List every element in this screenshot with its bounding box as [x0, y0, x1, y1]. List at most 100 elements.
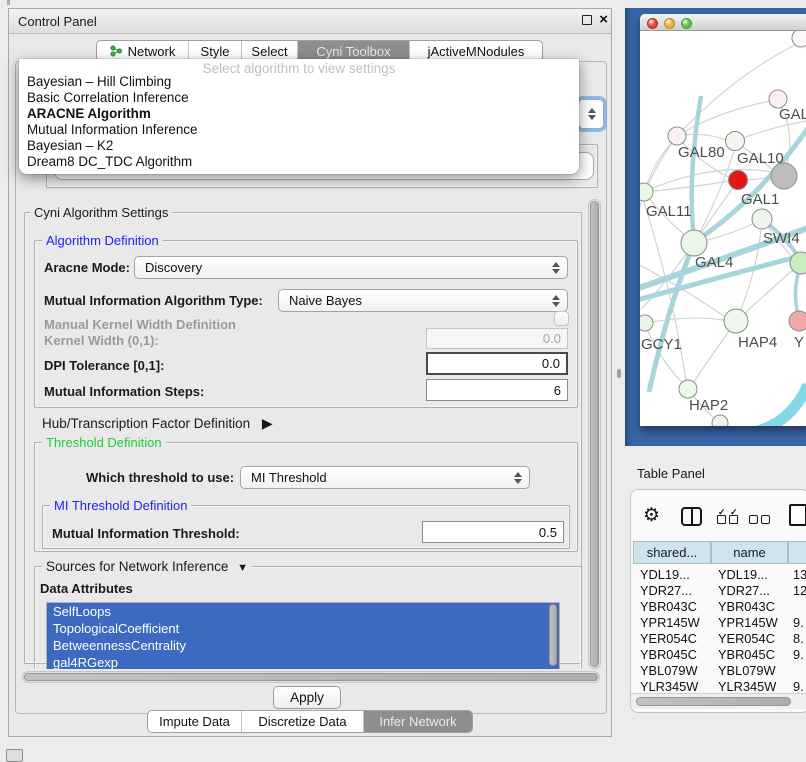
column-header[interactable]: A	[788, 541, 806, 564]
algorithm-option[interactable]: ARACNE Algorithm	[19, 106, 579, 122]
close-icon[interactable]: ×	[599, 11, 608, 28]
network-edge[interactable]	[750, 385, 806, 426]
apply-button[interactable]: Apply	[273, 686, 341, 709]
settings-gear-icon[interactable]: ⚙	[643, 504, 660, 527]
chevron-down-icon: ▼	[237, 562, 248, 574]
network-node[interactable]	[640, 315, 653, 331]
network-node[interactable]	[712, 415, 728, 426]
tab-label: Style	[201, 44, 230, 59]
network-node[interactable]	[724, 309, 748, 333]
algorithm-option[interactable]: Bayesian – Hill Climbing	[19, 74, 579, 90]
aracne-mode-select[interactable]: Discovery	[134, 256, 568, 279]
table-cell[interactable]: YER054C	[711, 631, 788, 647]
panel-splitter-handle[interactable]	[617, 369, 621, 378]
network-node[interactable]	[792, 31, 806, 47]
table-cell[interactable]: 8.	[788, 631, 806, 647]
algorithm-combo-fragment[interactable]	[578, 99, 604, 129]
table-cell[interactable]: YDL19...	[633, 567, 711, 583]
node-label: GCY1	[641, 336, 682, 353]
table-cell[interactable]: YBL079W	[633, 663, 711, 679]
column-header[interactable]: shared...	[633, 541, 711, 564]
algorithm-option[interactable]: Mutual Information Inference	[19, 122, 579, 138]
sources-toggle[interactable]: Sources for Network Inference ▼	[42, 559, 252, 574]
network-edge[interactable]	[677, 101, 770, 136]
tab-network[interactable]: Network	[97, 41, 189, 61]
table-cell[interactable]: 9.	[788, 615, 806, 631]
zoom-button[interactable]	[681, 18, 692, 29]
network-node[interactable]	[681, 230, 707, 256]
table-cell[interactable]: YBR043C	[711, 599, 788, 615]
collapsed-panel-icon[interactable]	[6, 749, 23, 762]
network-window-titlebar[interactable]	[640, 14, 806, 31]
table-cell[interactable]: YBR045C	[711, 647, 788, 663]
deselect-all-icon[interactable]	[749, 511, 770, 529]
table-cell[interactable]: 12	[788, 583, 806, 599]
network-node[interactable]	[789, 311, 806, 331]
settings-horizontal-scrollbar[interactable]	[22, 671, 600, 683]
attribute-item[interactable]: TopologicalCoefficient	[47, 620, 559, 637]
tab-label: Infer Network	[379, 714, 456, 729]
minimize-button[interactable]	[664, 18, 675, 29]
attribute-item[interactable]: SelfLoops	[47, 603, 559, 620]
table-cell[interactable]: 9.	[788, 647, 806, 663]
combo-stepper-icon	[552, 294, 560, 308]
table-cell[interactable]: YBR043C	[633, 599, 711, 615]
table-cell[interactable]: YDR27...	[633, 583, 711, 599]
mi-threshold-field[interactable]	[422, 521, 564, 543]
close-button[interactable]	[647, 18, 658, 29]
table-cell[interactable]: 13	[788, 567, 806, 583]
network-graph[interactable]: GALGAL80GAL10GAL1GAL11SWI4GAL4GCY1HAP4YH…	[640, 31, 806, 426]
network-edge[interactable]	[735, 121, 806, 141]
tab-select[interactable]: Select	[242, 41, 298, 61]
network-edge[interactable]	[692, 96, 701, 238]
network-node[interactable]	[640, 183, 653, 201]
table-cell[interactable]	[788, 663, 806, 679]
table-cell[interactable]: YBR045C	[633, 647, 711, 663]
dpi-tolerance-field[interactable]	[426, 352, 568, 375]
attribute-list-scrollbar[interactable]	[549, 604, 557, 666]
tab-cyni-toolbox[interactable]: Cyni Toolbox	[298, 41, 410, 61]
mi-steps-field[interactable]	[426, 379, 568, 401]
tab-impute-data[interactable]: Impute Data	[148, 711, 242, 732]
export-table-icon[interactable]	[789, 504, 806, 526]
algorithm-option[interactable]: Basic Correlation Inference	[19, 90, 579, 106]
kernel-width-field[interactable]	[426, 328, 568, 349]
mi-steps-label: Mutual Information Steps:	[44, 384, 204, 399]
table-horizontal-scrollbar[interactable]	[631, 693, 806, 709]
column-browser-icon[interactable]	[681, 507, 702, 526]
network-node[interactable]	[729, 171, 748, 190]
table-cell[interactable]: YPR145W	[633, 615, 711, 631]
attribute-item[interactable]: gal4RGexp	[47, 654, 559, 669]
table-cell[interactable]: YBL079W	[711, 663, 788, 679]
node-label: GAL11	[646, 203, 692, 220]
hub-definition-toggle[interactable]: Hub/Transcription Factor Definition ▶	[42, 415, 273, 432]
mi-threshold-label: Mutual Information Threshold:	[52, 526, 240, 541]
network-node[interactable]	[752, 209, 772, 229]
tab-infer-network[interactable]: Infer Network	[364, 711, 472, 732]
table-cell[interactable]: YER054C	[633, 631, 711, 647]
settings-vertical-scrollbar[interactable]	[588, 199, 601, 669]
network-node[interactable]	[668, 127, 686, 145]
network-edge[interactable]	[645, 318, 724, 323]
network-node[interactable]	[679, 380, 697, 398]
algorithm-option[interactable]: Dream8 DC_TDC Algorithm	[19, 154, 579, 170]
tab-jactivemnodules[interactable]: jActiveMNodules	[410, 41, 542, 61]
tab-style[interactable]: Style	[189, 41, 242, 61]
network-node[interactable]	[726, 132, 745, 151]
table-cell[interactable]	[788, 599, 806, 615]
float-window-icon[interactable]	[582, 15, 592, 25]
attribute-item[interactable]: BetweennessCentrality	[47, 637, 559, 654]
select-all-icon[interactable]: ✓ ✓	[717, 511, 738, 529]
table-cell[interactable]: YDR27...	[711, 583, 788, 599]
algorithm-dropdown-list: Bayesian – Hill ClimbingBasic Correlatio…	[19, 74, 579, 170]
tab-discretize-data[interactable]: Discretize Data	[242, 711, 364, 732]
which-threshold-select[interactable]: MI Threshold	[240, 466, 530, 489]
column-header[interactable]: name	[711, 541, 788, 564]
table-cell[interactable]: YDL19...	[711, 567, 788, 583]
network-window: GALGAL80GAL10GAL1GAL11SWI4GAL4GCY1HAP4YH…	[640, 14, 806, 426]
manual-kernel-checkbox[interactable]	[554, 311, 569, 326]
table-cell[interactable]: YPR145W	[711, 615, 788, 631]
mi-type-select[interactable]: Naive Bayes	[278, 289, 568, 312]
network-edge[interactable]	[644, 170, 772, 193]
algorithm-option[interactable]: Bayesian – K2	[19, 138, 579, 154]
